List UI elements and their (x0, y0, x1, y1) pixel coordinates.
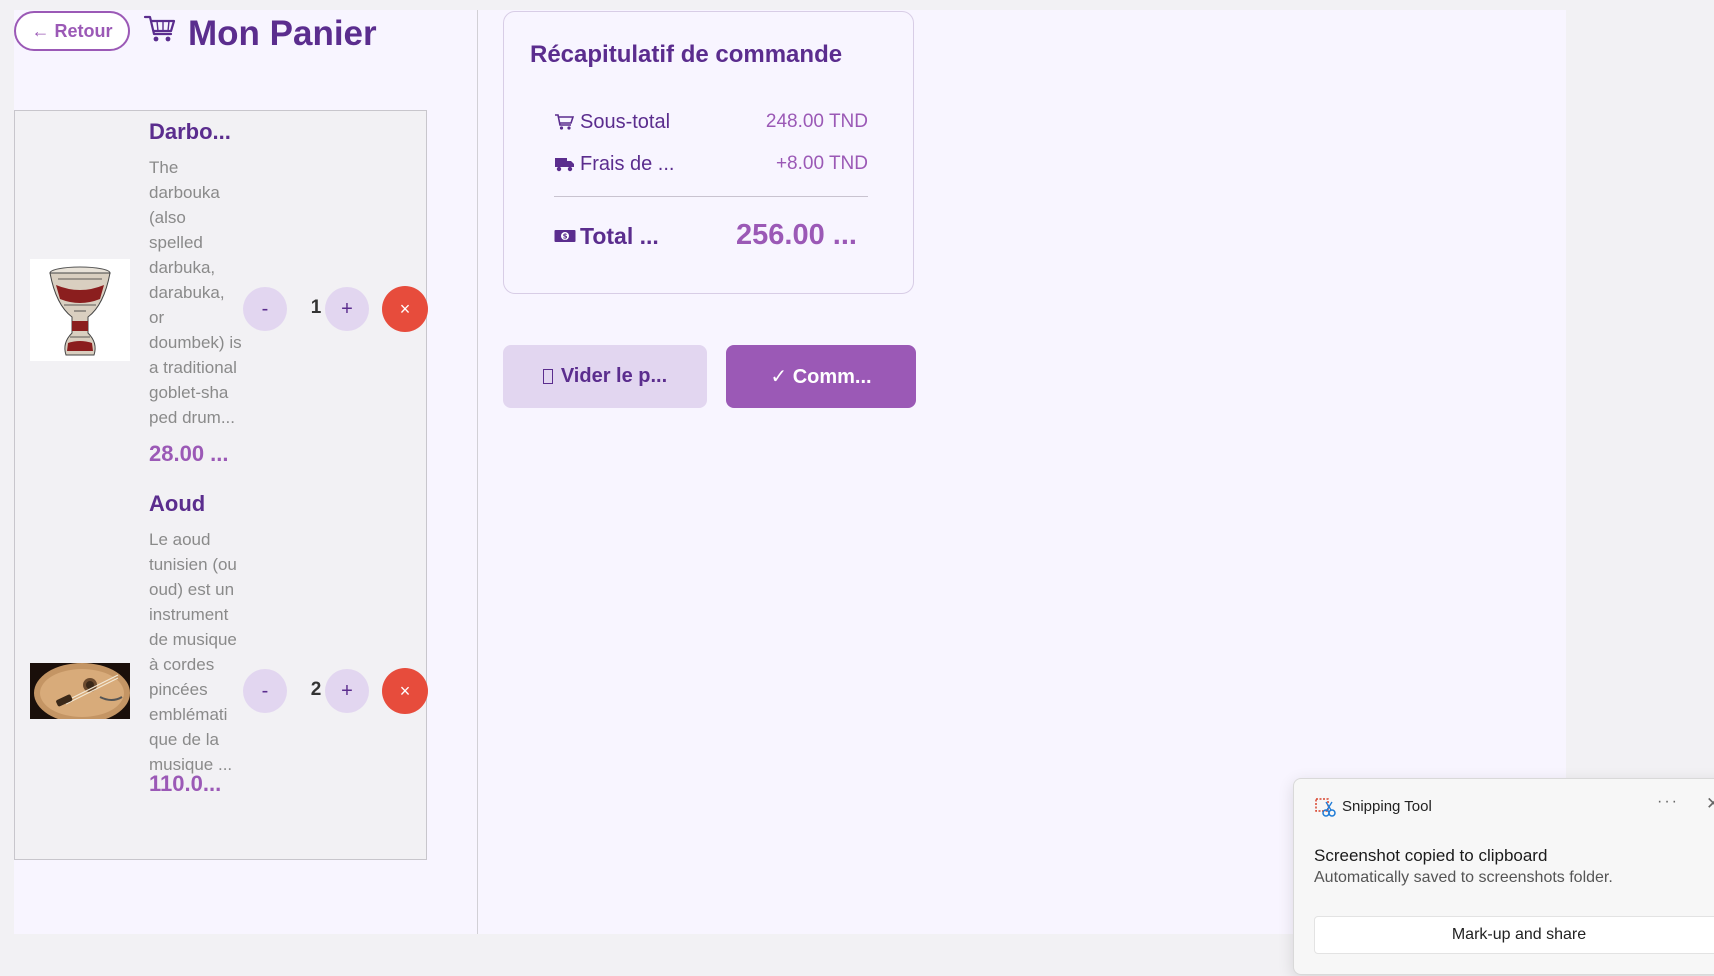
clear-cart-label: Vider le p... (560, 365, 668, 387)
column-divider (477, 10, 478, 934)
snipping-tool-icon (1315, 798, 1336, 817)
checkout-button[interactable]: ✓ Comm... (726, 345, 916, 408)
subtotal-value: 248.00 TND (765, 111, 868, 132)
order-summary-card: Récapitulatif de commande Sous-total 248… (503, 11, 914, 294)
remove-item-button[interactable]: × (382, 286, 428, 332)
clear-cart-button[interactable]: Vider le p... (503, 345, 707, 408)
missing-glyph-icon (542, 369, 553, 384)
decrement-quantity-button[interactable]: - (243, 669, 287, 713)
total-label: Total ... (580, 222, 659, 249)
darbouka-image (30, 259, 130, 361)
markup-and-share-button[interactable]: Mark-up and share (1314, 916, 1714, 954)
shipping-value: +8.00 TND (775, 153, 868, 174)
shopping-cart-icon (143, 15, 176, 42)
summary-divider (554, 196, 868, 197)
snipping-tool-notification: Snipping Tool ··· ✕ Screenshot copied to… (1293, 778, 1714, 975)
increment-quantity-button[interactable]: + (325, 669, 369, 713)
increment-quantity-button[interactable]: + (325, 287, 369, 331)
subtotal-row: Sous-total 248.00 TND (554, 107, 868, 137)
shipping-row: Frais de ... +8.00 TND (554, 149, 868, 179)
page-title: Mon Panier (188, 14, 377, 53)
total-value: 256.00 ... (736, 219, 857, 251)
quantity-value: 1 (310, 297, 322, 318)
item-name[interactable]: Aoud (149, 491, 205, 517)
money-icon: $ (554, 227, 576, 245)
more-options-icon[interactable]: ··· (1657, 793, 1679, 811)
svg-text:$: $ (563, 233, 568, 241)
notification-message: Screenshot copied to clipboard (1314, 846, 1548, 865)
item-name[interactable]: Darbo... (149, 119, 231, 145)
delivery-truck-icon (554, 155, 576, 173)
total-row: $ Total ... (554, 221, 714, 251)
back-button[interactable]: ← Retour (14, 11, 130, 51)
aoud-image (30, 663, 130, 719)
decrement-quantity-button[interactable]: - (243, 287, 287, 331)
item-price: 110.0... (149, 771, 222, 796)
quantity-value: 2 (310, 679, 322, 700)
close-icon[interactable]: ✕ (1706, 794, 1714, 814)
summary-title: Récapitulatif de commande (530, 41, 843, 68)
item-price: 28.00 ... (149, 441, 229, 466)
notification-submessage: Automatically saved to screenshots folde… (1314, 869, 1613, 886)
item-description: The darbouka (also spelled darbuka, dara… (149, 158, 242, 427)
subtotal-label: Sous-total (580, 110, 671, 133)
remove-item-button[interactable]: × (382, 668, 428, 714)
cart-items-list: Darbo... The darbouka (also spelled darb… (14, 110, 428, 860)
checkout-label: ✓ Comm... (770, 366, 872, 388)
notification-app-name: Snipping Tool (1342, 798, 1432, 815)
shipping-label: Frais de ... (580, 152, 675, 175)
shopping-cart-icon (554, 113, 576, 131)
item-description: Le aoud tunisien (ou oud) est un instrum… (149, 530, 237, 774)
